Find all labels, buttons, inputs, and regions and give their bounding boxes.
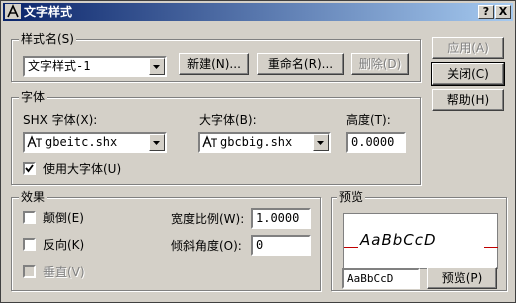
upside-down-label[interactable]: 颠倒(E) [43, 211, 84, 225]
style-name-dropdown[interactable]: 文字样式-1 [23, 56, 167, 77]
style-name-group-label: 样式名(S) [19, 32, 76, 46]
backwards-label[interactable]: 反向(K) [43, 238, 84, 252]
delete-style-button[interactable]: 删除(D) [351, 53, 409, 75]
window-title: 文字样式 [24, 5, 73, 19]
big-font-dropdown[interactable]: gbcbig.shx [198, 132, 331, 153]
big-font-label: 大字体(B): [199, 113, 257, 127]
title-bar: 文字样式 ? X [3, 3, 513, 21]
rename-style-button[interactable]: 重命名(R)... [257, 53, 344, 75]
height-input[interactable]: 0.0000 [346, 132, 406, 153]
big-font-dropdown-button[interactable] [313, 134, 329, 151]
effects-group-label: 效果 [19, 190, 48, 204]
help-button[interactable]: 帮助(H) [432, 89, 504, 111]
preview-baseline-left [344, 247, 358, 248]
style-name-value: 文字样式-1 [28, 59, 91, 73]
big-font-value: gbcbig.shx [220, 135, 293, 149]
new-style-button[interactable]: 新建(N)... [179, 53, 249, 75]
style-name-dropdown-button[interactable] [149, 58, 165, 75]
text-style-icon [5, 4, 21, 19]
backwards-checkbox[interactable] [23, 238, 36, 251]
chevron-down-icon [153, 141, 160, 145]
shx-font-label: SHX 字体(X): [23, 113, 98, 127]
preview-sample-text: AaBbCcD [360, 231, 437, 249]
help-titlebar-button[interactable]: ? [478, 5, 494, 19]
shx-font-icon [202, 135, 217, 148]
shx-font-dropdown[interactable]: gbeitc.shx [23, 132, 167, 153]
use-big-font-checkbox[interactable] [23, 162, 36, 175]
font-group-label: 字体 [19, 90, 48, 104]
shx-font-value: gbeitc.shx [45, 135, 118, 149]
vertical-label: 垂直(V) [43, 265, 85, 279]
chevron-down-icon [317, 141, 324, 145]
chevron-down-icon [153, 65, 160, 69]
preview-canvas: AaBbCcD [343, 213, 498, 269]
vertical-checkbox[interactable] [23, 265, 36, 278]
preview-button[interactable]: 预览(P) [427, 267, 497, 289]
preview-group-label: 预览 [337, 190, 366, 204]
preview-baseline-right [484, 247, 498, 248]
width-factor-input[interactable]: 1.0000 [251, 208, 311, 229]
oblique-angle-label: 倾斜角度(O): [171, 239, 242, 253]
use-big-font-label[interactable]: 使用大字体(U) [43, 162, 121, 176]
upside-down-checkbox[interactable] [23, 211, 36, 224]
apply-button[interactable]: 应用(A) [432, 37, 504, 59]
height-label: 高度(T): [346, 113, 391, 127]
oblique-angle-input[interactable]: 0 [251, 235, 311, 256]
preview-text-input[interactable]: AaBbCcD [342, 268, 420, 289]
close-titlebar-button[interactable]: X [495, 5, 511, 19]
width-factor-label: 宽度比例(W): [171, 212, 245, 226]
shx-font-dropdown-button[interactable] [149, 134, 165, 151]
shx-font-icon [27, 135, 42, 148]
close-button[interactable]: 关闭(C) [431, 62, 505, 86]
text-style-dialog: 文字样式 ? X 样式名(S) 文字样式-1 新建(N)... 重命名(R)..… [0, 0, 516, 303]
checkmark-icon [25, 164, 34, 173]
